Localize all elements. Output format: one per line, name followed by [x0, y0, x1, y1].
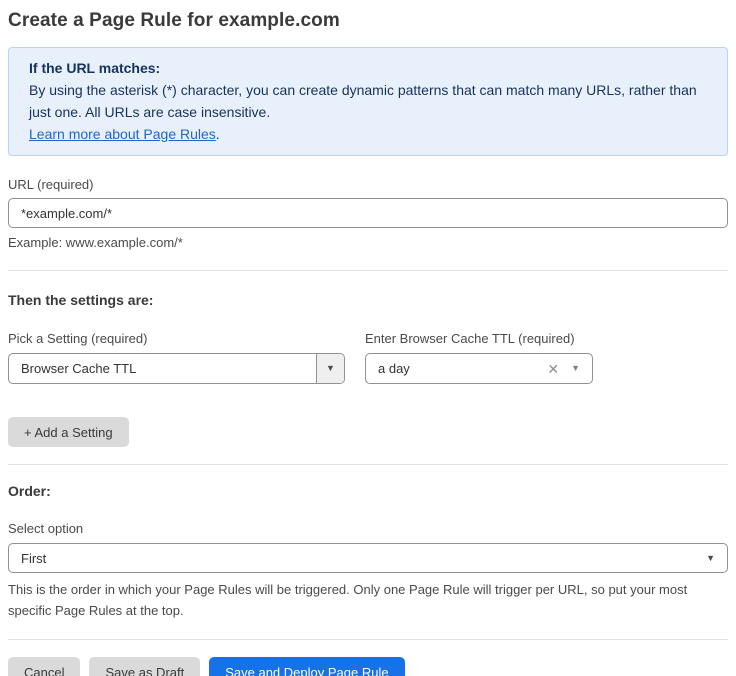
- info-box-heading: If the URL matches:: [29, 57, 707, 79]
- setting-picker-label: Pick a Setting (required): [8, 331, 345, 346]
- order-help-text: This is the order in which your Page Rul…: [8, 579, 718, 621]
- order-section-heading: Order:: [8, 483, 728, 499]
- info-box-body: By using the asterisk (*) character, you…: [29, 79, 707, 123]
- save-and-deploy-button[interactable]: Save and Deploy Page Rule: [209, 657, 404, 676]
- link-suffix: .: [216, 126, 220, 142]
- add-setting-button[interactable]: + Add a Setting: [8, 417, 129, 447]
- setting-picker-field: Pick a Setting (required) Browser Cache …: [8, 331, 345, 384]
- url-example-text: Example: www.example.com/*: [8, 235, 728, 250]
- url-match-info-box: If the URL matches: By using the asteris…: [8, 47, 728, 156]
- divider: [8, 639, 728, 640]
- order-select-icons: ▼: [694, 544, 727, 572]
- info-box-body-text: By using the asterisk (*) character, you…: [29, 82, 697, 120]
- create-page-rule-form: Create a Page Rule for example.com If th…: [0, 0, 736, 676]
- order-select-value: First: [9, 544, 694, 572]
- order-select-label: Select option: [8, 521, 728, 536]
- ttl-picker-select[interactable]: a day ✕ ▼: [365, 353, 593, 384]
- info-box-link-line: Learn more about Page Rules.: [29, 123, 707, 145]
- learn-more-link[interactable]: Learn more about Page Rules: [29, 126, 216, 142]
- page-title: Create a Page Rule for example.com: [8, 10, 728, 32]
- divider: [8, 270, 728, 271]
- ttl-picker-value: a day: [366, 354, 535, 383]
- cancel-button[interactable]: Cancel: [8, 657, 80, 676]
- chevron-down-icon: ▼: [326, 364, 335, 373]
- setting-picker-value: Browser Cache TTL: [9, 354, 316, 383]
- footer-actions: Cancel Save as Draft Save and Deploy Pag…: [8, 657, 728, 676]
- settings-section-heading: Then the settings are:: [8, 292, 728, 308]
- chevron-down-icon: ▼: [571, 364, 580, 373]
- chevron-down-icon: ▼: [706, 554, 715, 563]
- ttl-picker-field: Enter Browser Cache TTL (required) a day…: [365, 331, 593, 384]
- setting-picker-arrow-button[interactable]: ▼: [316, 354, 344, 383]
- url-field-label: URL (required): [8, 177, 728, 192]
- ttl-picker-icons: ✕ ▼: [535, 354, 592, 383]
- add-setting-wrap: + Add a Setting: [8, 417, 728, 447]
- save-as-draft-button[interactable]: Save as Draft: [89, 657, 200, 676]
- settings-row: Pick a Setting (required) Browser Cache …: [8, 331, 728, 384]
- setting-picker-select[interactable]: Browser Cache TTL ▼: [8, 353, 345, 384]
- ttl-picker-label: Enter Browser Cache TTL (required): [365, 331, 593, 346]
- divider: [8, 464, 728, 465]
- clear-icon[interactable]: ✕: [547, 362, 559, 376]
- url-input[interactable]: [8, 198, 728, 228]
- order-select[interactable]: First ▼: [8, 543, 728, 573]
